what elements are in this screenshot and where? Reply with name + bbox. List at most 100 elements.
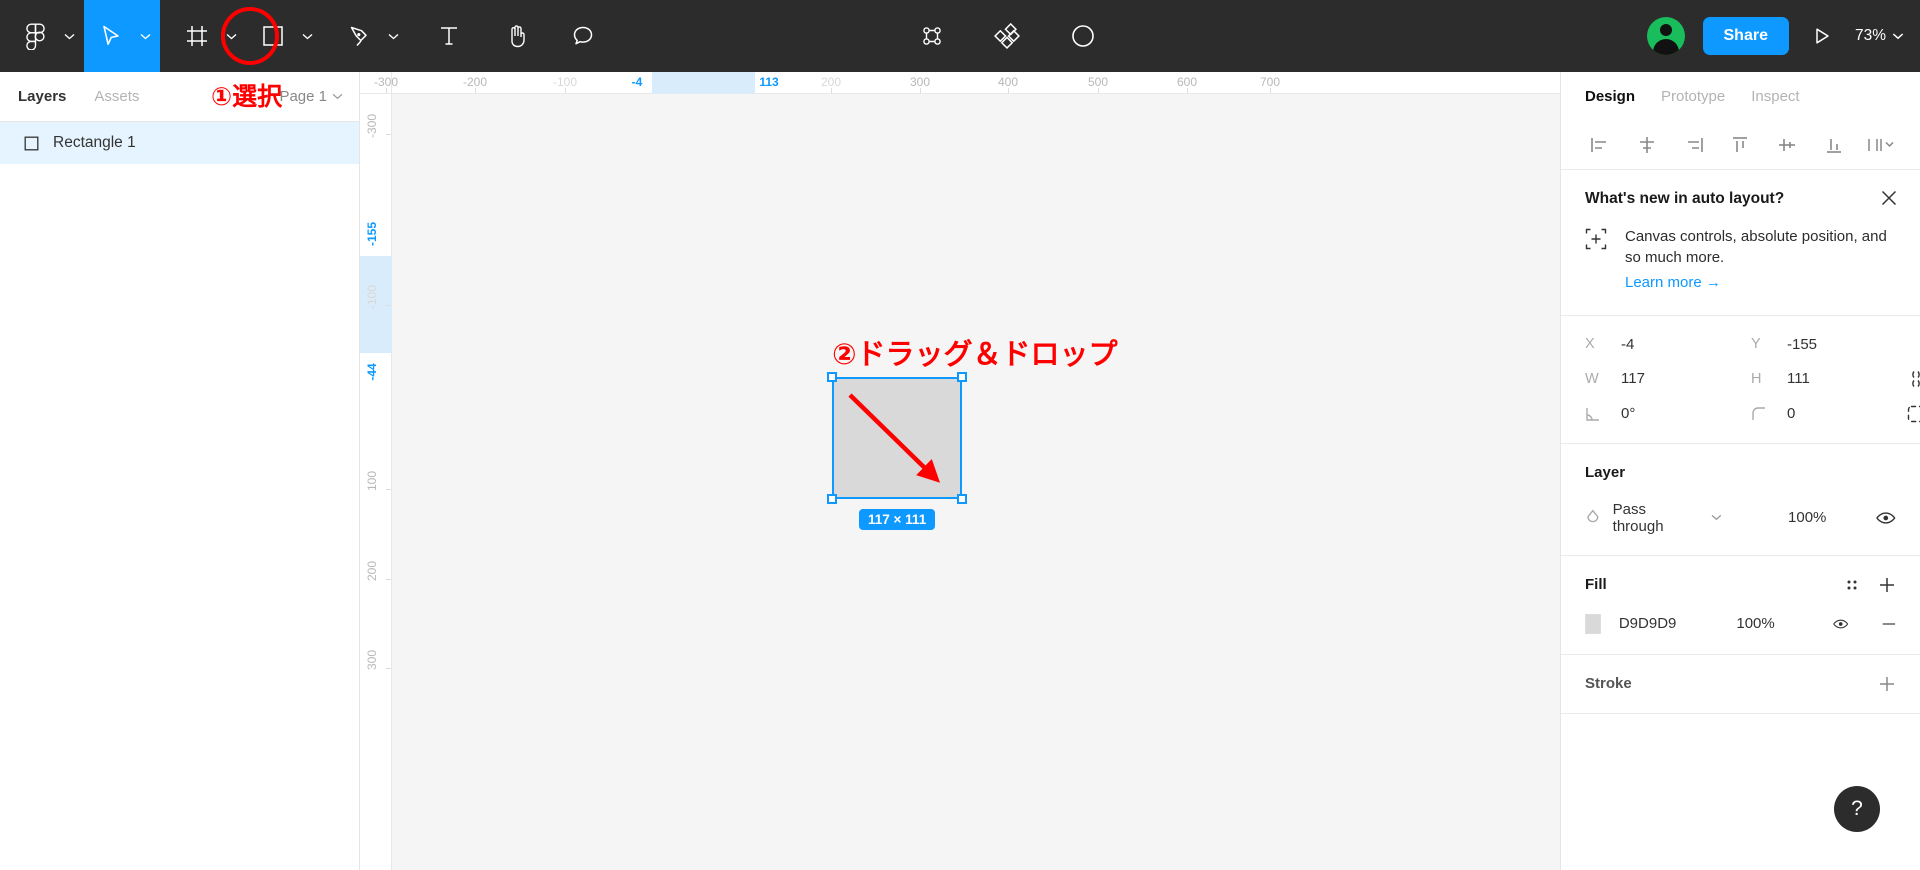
layer-opacity-value[interactable]: 100% (1788, 509, 1826, 526)
left-panel-header: Layers Assets Page 1 (0, 72, 359, 122)
avatar[interactable] (1646, 17, 1685, 55)
ruler-h-tick (386, 88, 387, 93)
rectangle-icon (24, 136, 39, 150)
stroke-section-title: Stroke (1585, 675, 1632, 693)
fill-opacity-value[interactable]: 100% (1736, 615, 1774, 632)
chevron-down-icon[interactable] (220, 33, 242, 40)
distribute-icon[interactable] (1864, 128, 1898, 162)
resize-handle-top-right[interactable] (957, 372, 967, 382)
fill-section: Fill D9D9D9 100% (1561, 556, 1920, 655)
ruler-v-tick (386, 134, 391, 135)
toolbar-right-group: Share 73% (1646, 0, 1905, 72)
mask-icon[interactable] (1070, 0, 1096, 72)
zoom-control[interactable]: 73% (1855, 27, 1904, 45)
ruler-h-tick-label: -300 (373, 75, 399, 89)
ruler-h-tick-label: -200 (462, 75, 488, 89)
vertical-ruler[interactable]: -300 -155 -100 -44 100 200 300 (360, 94, 392, 870)
tab-assets[interactable]: Assets (94, 88, 139, 105)
visibility-eye-icon[interactable] (1832, 617, 1849, 631)
fill-styles-icon[interactable] (1844, 577, 1860, 593)
chevron-down-icon[interactable] (58, 33, 80, 40)
components-icon[interactable] (994, 0, 1020, 72)
remove-fill-icon[interactable] (1882, 622, 1896, 626)
x-value[interactable]: -4 (1621, 336, 1751, 353)
fill-hex-value[interactable]: D9D9D9 (1619, 615, 1677, 632)
independent-corners-icon[interactable] (1907, 405, 1920, 423)
toolbar-tool-text[interactable] (422, 0, 476, 72)
whats-new-body: Canvas controls, absolute position, and … (1585, 226, 1896, 293)
selected-rectangle-shape[interactable] (827, 372, 967, 504)
layer-name-label: Rectangle 1 (53, 134, 136, 151)
visibility-eye-icon[interactable] (1876, 511, 1896, 525)
toolbar-tool-pen[interactable] (332, 0, 408, 72)
tab-design[interactable]: Design (1585, 88, 1635, 105)
chevron-down-icon[interactable] (1711, 514, 1722, 521)
canvas-area[interactable]: ②ドラッグ＆ドロップ 117 × 111 (392, 94, 1560, 870)
align-horizontal-center-icon[interactable] (1630, 128, 1664, 162)
toolbar-tool-rectangle[interactable] (246, 0, 322, 72)
align-top-icon[interactable] (1723, 128, 1757, 162)
help-button[interactable]: ? (1834, 786, 1880, 832)
tab-layers[interactable]: Layers (18, 88, 66, 105)
close-icon[interactable] (1880, 189, 1898, 207)
y-value[interactable]: -155 (1787, 336, 1907, 353)
right-panel-tabs: Design Prototype Inspect (1561, 72, 1920, 120)
toolbar-tool-hand[interactable] (490, 0, 544, 72)
frame-tool-icon[interactable] (174, 25, 220, 47)
whats-new-title: What's new in auto layout? (1585, 190, 1785, 207)
blend-mode-value[interactable]: Pass through (1613, 501, 1700, 535)
component-node-icon[interactable] (920, 0, 944, 72)
figma-app-window: Share 73% Layers Assets Page 1 Rectangle… (0, 0, 1920, 870)
fill-color-swatch[interactable] (1585, 613, 1601, 634)
figma-logo-icon[interactable] (12, 23, 58, 50)
ruler-v-tick (386, 305, 391, 306)
ruler-h-tick-label: 500 (1087, 75, 1109, 89)
chevron-down-icon[interactable] (382, 33, 404, 40)
text-tool-icon[interactable] (426, 25, 472, 47)
resize-handle-bottom-right[interactable] (957, 494, 967, 504)
align-vertical-center-icon[interactable] (1770, 128, 1804, 162)
toolbar-tool-comment[interactable] (556, 0, 610, 72)
w-value[interactable]: 117 (1621, 370, 1751, 387)
align-left-icon[interactable] (1583, 128, 1617, 162)
ruler-h-tick-label: 700 (1259, 75, 1281, 89)
page-selector[interactable]: Page 1 (279, 88, 343, 105)
left-panel: Layers Assets Page 1 Rectangle 1 (0, 72, 360, 870)
blend-mode-icon (1587, 509, 1599, 523)
h-value[interactable]: 111 (1787, 370, 1907, 387)
resize-handle-top-left[interactable] (827, 372, 837, 382)
comment-tool-icon[interactable] (560, 25, 606, 47)
resize-handle-bottom-left[interactable] (827, 494, 837, 504)
add-stroke-icon[interactable] (1878, 675, 1896, 693)
fill-section-title: Fill (1585, 576, 1607, 594)
right-panel: Design Prototype Inspect What's new in a… (1560, 72, 1920, 870)
list-item[interactable]: Rectangle 1 (0, 122, 359, 164)
fill-row: D9D9D9 100% (1585, 613, 1896, 634)
toolbar-tool-figma[interactable] (8, 0, 84, 72)
constrain-proportions-icon[interactable] (1907, 369, 1920, 389)
pen-tool-icon[interactable] (336, 25, 382, 47)
chevron-down-icon (332, 93, 343, 100)
annotation-step2-label: ②ドラッグ＆ドロップ (832, 337, 1118, 371)
ruler-v-tick (386, 579, 391, 580)
ruler-h-tick-label: 113 (759, 75, 779, 89)
toolbar-tool-frame[interactable] (170, 0, 246, 72)
toolbar-tool-move[interactable] (84, 0, 160, 72)
share-button[interactable]: Share (1702, 17, 1789, 55)
present-button[interactable] (1807, 26, 1837, 46)
tab-inspect[interactable]: Inspect (1751, 88, 1799, 105)
learn-more-link[interactable]: Learn more → (1625, 272, 1721, 293)
chevron-down-icon[interactable] (134, 33, 156, 40)
align-bottom-icon[interactable] (1817, 128, 1851, 162)
horizontal-ruler[interactable]: -300 -200 -100 -4 113 200 300 400 500 600 700 (374, 72, 1560, 94)
add-fill-icon[interactable] (1878, 576, 1896, 594)
hand-tool-icon[interactable] (494, 24, 540, 48)
tab-prototype[interactable]: Prototype (1661, 88, 1725, 105)
rotation-value[interactable]: 0° (1621, 405, 1751, 422)
rectangle-tool-icon[interactable] (250, 25, 296, 47)
corner-radius-value[interactable]: 0 (1787, 405, 1907, 422)
move-tool-icon[interactable] (88, 25, 134, 47)
align-right-icon[interactable] (1677, 128, 1711, 162)
canvas-viewport[interactable]: -300 -200 -100 -4 113 200 300 400 500 600 700 -300… (360, 72, 1560, 870)
chevron-down-icon[interactable] (296, 33, 318, 40)
